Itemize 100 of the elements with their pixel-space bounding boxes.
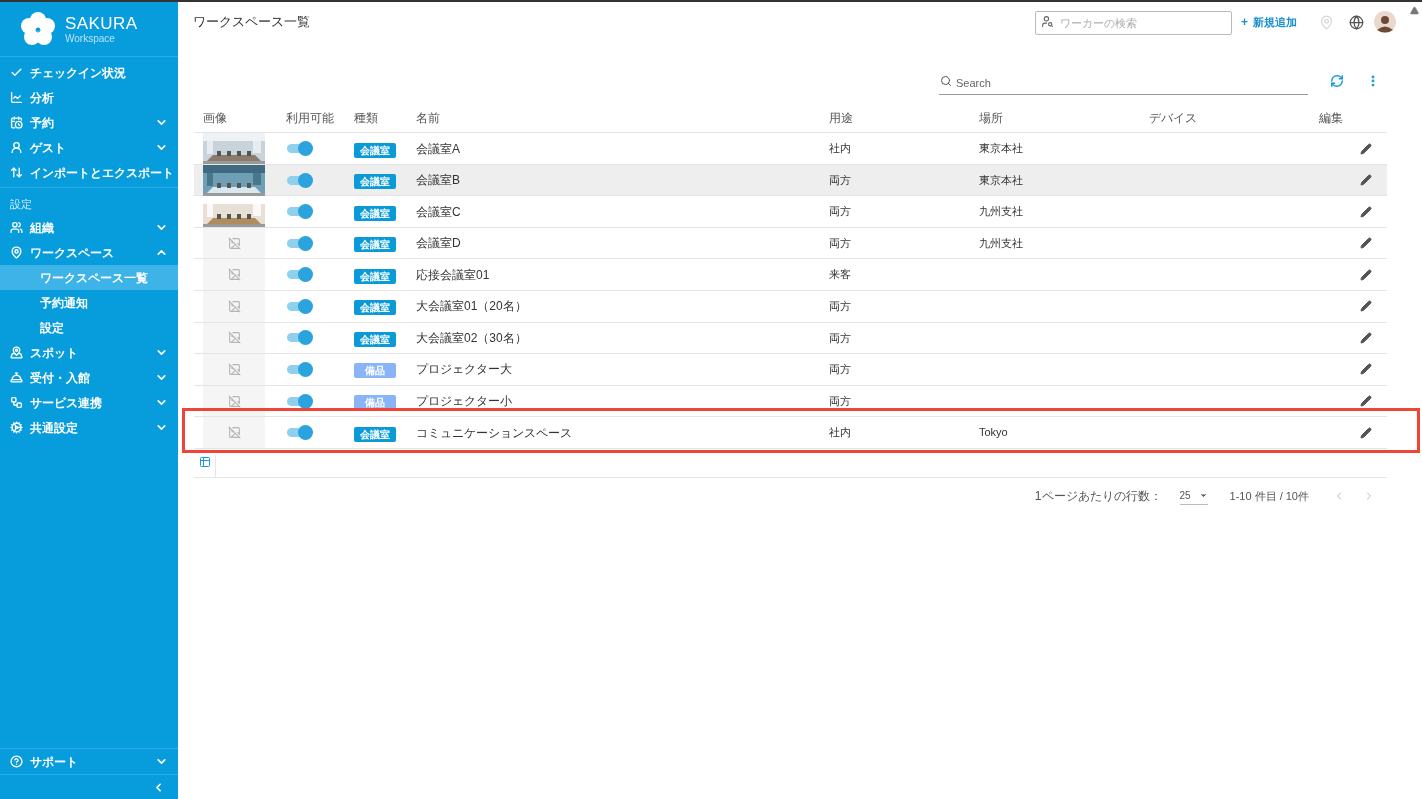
table-row[interactable]: 会議室 大会議室02（30名） 両方 xyxy=(194,322,1387,355)
type-tag: 会議室 xyxy=(354,331,396,347)
brand-name: SAKURA xyxy=(65,14,138,32)
pin-icon xyxy=(10,246,23,259)
nav-item[interactable]: スポット xyxy=(0,340,178,365)
table-row[interactable]: 会議室 コミュニケーションスペース 社内 Tokyo xyxy=(194,417,1387,449)
place-cell-text: 九州支社 xyxy=(978,235,1024,251)
add-button[interactable]: + 新規追加 xyxy=(1241,13,1297,31)
column-header: 利用可能 xyxy=(285,110,335,127)
place-cell-text: 東京本社 xyxy=(978,172,1024,188)
table-row[interactable]: 会議室 会議室C 両方 九州支社 xyxy=(194,196,1387,228)
column-header: 名前 xyxy=(415,110,441,127)
no-image-icon xyxy=(227,394,241,408)
table-row[interactable]: 会議室 応接会議室01 来客 xyxy=(194,259,1387,291)
name-cell-text: 大会議室01（20名） xyxy=(415,298,528,316)
toggle-switch[interactable] xyxy=(287,270,311,280)
line-chart-icon xyxy=(10,91,23,104)
table-row[interactable]: 会議室 大会議室01（20名） 両方 xyxy=(194,290,1387,323)
edit-icon[interactable] xyxy=(1360,426,1372,439)
edit-icon[interactable] xyxy=(1360,205,1372,218)
edit-icon[interactable] xyxy=(1360,395,1372,408)
table-row[interactable]: 備品 プロジェクター大 両方 xyxy=(194,354,1387,386)
type-tag: 会議室 xyxy=(354,237,396,253)
nav-item[interactable]: ゲスト xyxy=(0,135,178,160)
nav-item[interactable]: 組織 xyxy=(0,215,178,240)
edit-icon[interactable] xyxy=(1360,268,1372,281)
usage-cell-text: 両方 xyxy=(828,204,852,220)
usage-cell-text: 両方 xyxy=(828,330,852,346)
name-cell-text: 大会議室02（30名） xyxy=(415,329,528,347)
worker-search-field[interactable]: ワーカーの検索 xyxy=(1035,11,1232,35)
usage-cell-text: 両方 xyxy=(828,393,852,409)
table-search-field[interactable]: Search xyxy=(939,72,1308,95)
name-cell-text: 会議室B xyxy=(415,172,461,190)
avatar-icon[interactable] xyxy=(1374,11,1396,33)
table-view-icon[interactable] xyxy=(198,455,211,468)
name-cell-text: 会議室C xyxy=(415,203,462,221)
name-cell-text: コミュニケーションスペース xyxy=(415,424,573,442)
nav-item[interactable]: サービス連携 xyxy=(0,390,178,415)
gears-icon xyxy=(10,421,23,434)
no-image-icon xyxy=(227,362,241,376)
toggle-switch[interactable] xyxy=(287,333,311,343)
connection-icon xyxy=(10,396,23,409)
globe-icon[interactable] xyxy=(1349,14,1364,30)
toggle-switch[interactable] xyxy=(287,144,311,153)
type-tag: 会議室 xyxy=(354,268,396,284)
nav-item[interactable]: ワークスペース xyxy=(0,240,178,265)
bell-icon xyxy=(10,371,23,384)
place-cell-text: 東京本社 xyxy=(978,141,1024,157)
plus-symbol: + xyxy=(1241,14,1248,31)
edit-icon[interactable] xyxy=(1360,363,1372,376)
nav-subitem[interactable]: ワークスペース一覧 xyxy=(0,265,178,290)
toggle-switch[interactable] xyxy=(287,175,311,185)
nav-item[interactable]: 受付・入館 xyxy=(0,365,178,390)
column-header: 種類 xyxy=(353,110,379,127)
nav-item[interactable]: 分析 xyxy=(0,85,178,110)
usage-cell-text: 来客 xyxy=(828,267,852,283)
usage-cell-text: 両方 xyxy=(828,362,852,378)
table-row[interactable]: 会議室 会議室D 両方 九州支社 xyxy=(194,227,1387,260)
refresh-icon[interactable] xyxy=(1330,74,1344,88)
place-cell-text: Tokyo xyxy=(978,425,1009,441)
nav-subitem[interactable]: 設定 xyxy=(0,315,178,340)
location-icon xyxy=(10,346,23,359)
nav-item[interactable]: インポートとエクスポート xyxy=(0,160,178,185)
column-header: 画像 xyxy=(202,110,228,127)
nav-subitem[interactable]: 予約通知 xyxy=(0,290,178,315)
nav-item[interactable]: サポート xyxy=(0,749,178,774)
toggle-switch[interactable] xyxy=(287,238,311,248)
edit-icon[interactable] xyxy=(1360,142,1372,155)
no-image-icon xyxy=(227,426,241,440)
edit-icon[interactable] xyxy=(1360,237,1372,250)
type-tag: 備品 xyxy=(354,363,396,379)
column-header: デバイス xyxy=(1148,110,1198,127)
rows-per-page-select[interactable]: 25 xyxy=(1179,486,1208,505)
section-label: 設定 xyxy=(9,196,33,212)
toggle-switch[interactable] xyxy=(287,207,311,217)
no-image-icon xyxy=(227,268,241,282)
usage-cell-text: 両方 xyxy=(828,172,852,188)
nav-item[interactable]: チェックイン状況 xyxy=(0,60,178,85)
arrows-icon xyxy=(10,166,23,179)
toggle-switch[interactable] xyxy=(287,396,311,406)
edit-icon[interactable] xyxy=(1360,174,1372,187)
table-row[interactable]: 会議室 会議室B 両方 東京本社 xyxy=(194,164,1387,197)
edit-icon[interactable] xyxy=(1360,331,1372,344)
column-header: 場所 xyxy=(978,110,1004,127)
toggle-switch[interactable] xyxy=(287,428,311,438)
type-tag: 会議室 xyxy=(354,174,396,190)
toggle-switch[interactable] xyxy=(287,301,311,311)
nav-item[interactable]: 共通設定 xyxy=(0,415,178,440)
flower-logo-icon xyxy=(20,11,56,47)
table-row[interactable]: 会議室 会議室A 社内 東京本社 xyxy=(194,133,1387,165)
nav-item[interactable]: 予約 xyxy=(0,110,178,135)
no-image-icon xyxy=(227,299,241,313)
type-tag: 会議室 xyxy=(354,205,396,221)
usage-cell-text: 社内 xyxy=(828,141,852,157)
type-tag: 会議室 xyxy=(354,142,396,158)
scroll-up-icon[interactable] xyxy=(1410,6,1419,15)
page-range: 1-10 件目 / 10件 xyxy=(1229,488,1309,504)
toggle-switch[interactable] xyxy=(287,364,311,374)
edit-icon[interactable] xyxy=(1360,300,1372,313)
checkbox-icon xyxy=(10,66,23,79)
